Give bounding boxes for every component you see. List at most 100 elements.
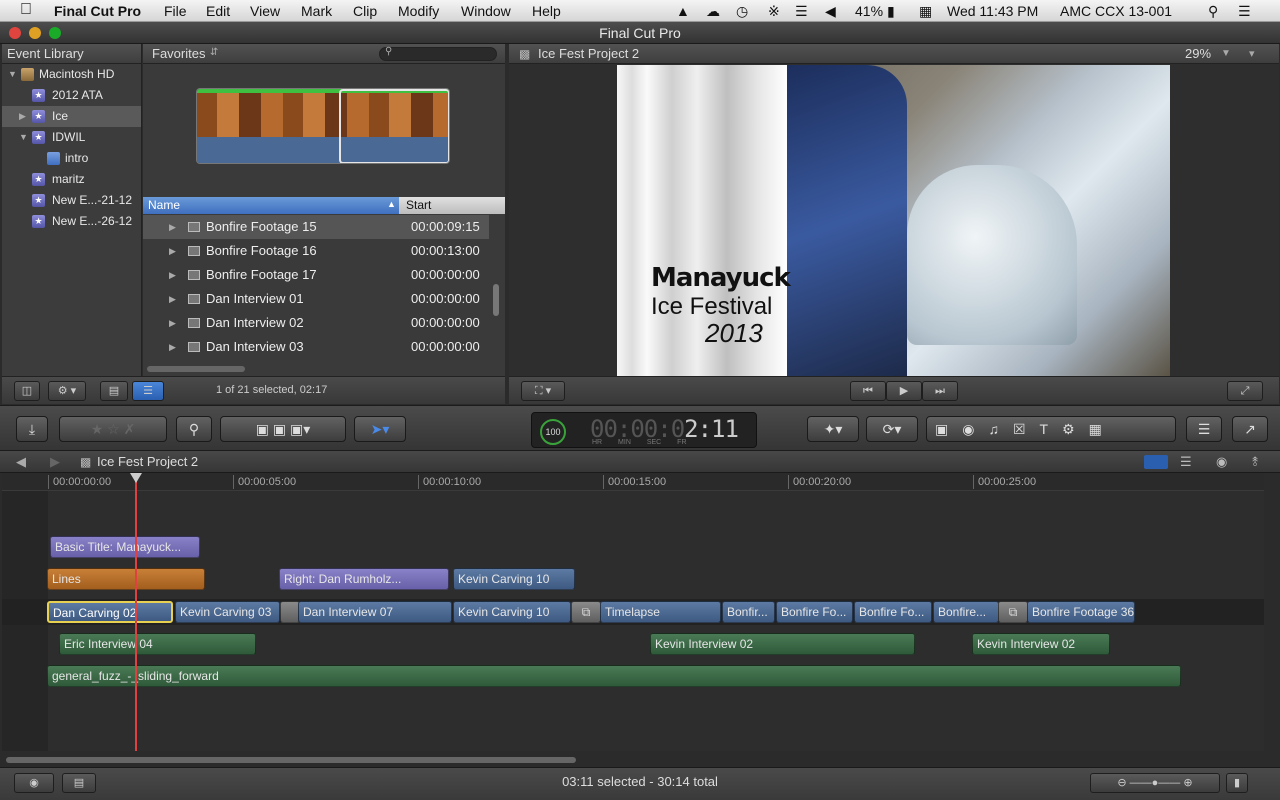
menu-window[interactable]: Window (461, 3, 511, 19)
storyline-clip[interactable]: Timelapse (600, 601, 721, 623)
storyline-clip[interactable]: Bonfire Fo... (776, 601, 853, 623)
audio-clip[interactable]: Kevin Interview 02 (972, 633, 1110, 655)
menu-mark[interactable]: Mark (301, 3, 332, 19)
disclosure-triangle-icon[interactable]: ▶ (169, 287, 176, 311)
filmstrip-selection[interactable] (339, 89, 449, 163)
zoom-level[interactable]: 29% (1185, 44, 1211, 64)
event-item-ice[interactable]: ▶ ★ Ice (2, 106, 141, 127)
viewer-video-frame[interactable]: Manayuck Ice Festival 2013 (617, 65, 1170, 376)
clip-row[interactable]: ▶ Bonfire Footage 15 00:00:09:15 (143, 215, 489, 239)
clock[interactable]: Wed 11:43 PM (947, 3, 1038, 19)
time-machine-icon[interactable]: ◷ (736, 3, 748, 20)
show-hide-event-library-button[interactable]: ◫ (14, 381, 40, 401)
minimize-button[interactable] (29, 27, 41, 39)
clip-row[interactable]: ▶ Bonfire Footage 17 00:00:00:00 (143, 263, 489, 287)
menu-help[interactable]: Help (532, 3, 561, 19)
viewer-switch-icon[interactable]: ▾ (1249, 44, 1255, 64)
clip-row[interactable]: ▶ Dan Interview 01 00:00:00:00 (143, 287, 489, 311)
close-button[interactable] (9, 27, 21, 39)
connected-video-clip[interactable]: Kevin Carving 10 (453, 568, 575, 590)
browser-vertical-scrollbar[interactable] (493, 284, 499, 316)
event-item-2012-ata[interactable]: ★ 2012 ATA (2, 85, 141, 106)
transform-menu-button[interactable]: ⛶ ▾ (521, 381, 565, 401)
transition-icon[interactable]: ⧉ (571, 601, 601, 623)
next-edit-button[interactable]: ⏭ (922, 381, 958, 401)
action-gear-button[interactable]: ⚙ ▾ (48, 381, 86, 401)
timeline-zoom-menu[interactable]: ▮ (1226, 773, 1248, 793)
event-item-idwil[interactable]: ▼ ★ IDWIL (2, 127, 141, 148)
timeline-horizontal-scrollbar[interactable] (6, 757, 576, 763)
timeline[interactable]: 00:00:00:00 00:00:05:00 00:00:10:00 00:0… (2, 473, 1264, 751)
fullscreen-button[interactable]: ⤢ (1227, 381, 1263, 401)
solo-icon[interactable]: ◉ (1216, 451, 1227, 473)
storyline-clip[interactable]: Bonfir... (722, 601, 775, 623)
filter-chevron-icon[interactable]: ⇵ (210, 47, 218, 58)
menu-modify[interactable]: Modify (398, 3, 439, 19)
inspector-button[interactable]: ☰ (1186, 416, 1222, 442)
menu-file[interactable]: File (164, 3, 187, 19)
event-item-intro[interactable]: intro (2, 148, 141, 169)
cloud-icon[interactable]: ☁ (706, 3, 720, 20)
select-tool-button[interactable]: ➤▾ (354, 416, 406, 442)
volume-icon[interactable]: ◀ (825, 3, 836, 20)
edit-buttons[interactable]: ▣ ▣ ▣▾ (220, 416, 346, 442)
spotlight-icon[interactable]: ⚲ (1208, 3, 1218, 20)
import-media-button[interactable]: ⤓ (16, 416, 48, 442)
user-name[interactable]: AMC CCX 13-001 (1060, 3, 1172, 19)
disclosure-triangle-icon[interactable]: ▶ (169, 311, 176, 335)
disclosure-triangle-icon[interactable]: ▶ (19, 106, 26, 127)
event-item-macintosh-hd[interactable]: ▼ Macintosh HD (2, 64, 141, 85)
share-button[interactable]: ↗ (1232, 416, 1268, 442)
notification-center-icon[interactable]: ☰ (1238, 3, 1251, 20)
menu-clip[interactable]: Clip (353, 3, 377, 19)
storyline-clip[interactable]: Kevin Carving 10 (453, 601, 571, 623)
clip-row[interactable]: ▶ Dan Interview 03 00:00:00:00 (143, 335, 489, 359)
previous-edit-button[interactable]: ⏮ (850, 381, 886, 401)
app-menu[interactable]: Final Cut Pro (54, 3, 141, 19)
audio-clip[interactable]: Eric Interview 04 (59, 633, 256, 655)
event-item-maritz[interactable]: ★ maritz (2, 169, 141, 190)
skimming-toggle[interactable] (1144, 455, 1168, 469)
disclosure-triangle-icon[interactable]: ▶ (169, 239, 176, 263)
enhancements-button[interactable]: ✦▾ (807, 416, 859, 442)
battery-icon[interactable]: ▮ (887, 3, 895, 20)
wifi-icon[interactable]: ☰ (795, 3, 808, 20)
rating-buttons[interactable]: ★ ☆ ✗ (59, 416, 167, 442)
title-clip[interactable]: Right: Dan Rumholz... (279, 568, 449, 590)
storyline-clip[interactable]: Dan Interview 07 (298, 601, 452, 623)
generator-clip[interactable]: Lines (47, 568, 205, 590)
hat-icon[interactable]: ▲ (676, 3, 690, 19)
back-arrow-icon[interactable]: ◀ (16, 451, 26, 473)
background-task-indicator[interactable]: 100 (540, 419, 566, 445)
search-input[interactable]: ⚲ (379, 46, 497, 61)
storyline-clip[interactable]: Kevin Carving 03 (175, 601, 280, 623)
storyline-clip[interactable]: Bonfire Fo... (854, 601, 932, 623)
zoom-button[interactable] (49, 27, 61, 39)
audio-skimming-icon[interactable]: ☰ (1180, 451, 1192, 473)
disclosure-triangle-icon[interactable]: ▶ (169, 263, 176, 287)
menu-view[interactable]: View (250, 3, 280, 19)
disclosure-triangle-icon[interactable]: ▼ (19, 127, 28, 148)
menu-edit[interactable]: Edit (206, 3, 230, 19)
title-clip[interactable]: Basic Title: Manayuck... (50, 536, 200, 558)
retime-button[interactable]: ⟳▾ (866, 416, 918, 442)
clip-row[interactable]: ▶ Dan Interview 02 00:00:00:00 (143, 311, 489, 335)
bluetooth-icon[interactable]: ※ (768, 3, 780, 20)
playhead[interactable] (130, 473, 142, 751)
zoom-chevron-icon[interactable]: ▼ (1221, 44, 1231, 64)
browser-horizontal-scrollbar[interactable] (147, 366, 245, 372)
audio-clip[interactable]: Kevin Interview 02 (650, 633, 915, 655)
storyline-clip-selected[interactable]: Dan Carving 02 (47, 601, 173, 623)
column-name[interactable]: Name (143, 197, 399, 214)
battery-percent[interactable]: 41% (855, 3, 883, 19)
transition-icon[interactable]: ⧉ (998, 601, 1028, 623)
storyline-clip[interactable]: Bonfire Footage 36 (1027, 601, 1135, 623)
filmstrip-view-button[interactable]: ▤ (100, 381, 128, 401)
audio-clip[interactable]: general_fuzz_-_sliding_forward (47, 665, 1181, 687)
list-view-button[interactable]: ☰ (132, 381, 164, 401)
column-start[interactable]: Start (401, 197, 431, 214)
disclosure-triangle-icon[interactable]: ▼ (8, 64, 17, 85)
timecode-display[interactable]: 100 00:00:02:11 HR MIN SEC FR (531, 412, 757, 448)
event-item-new-event-26[interactable]: ★ New E...-26-12 (2, 211, 141, 232)
favorites-filter[interactable]: Favorites (152, 46, 205, 61)
